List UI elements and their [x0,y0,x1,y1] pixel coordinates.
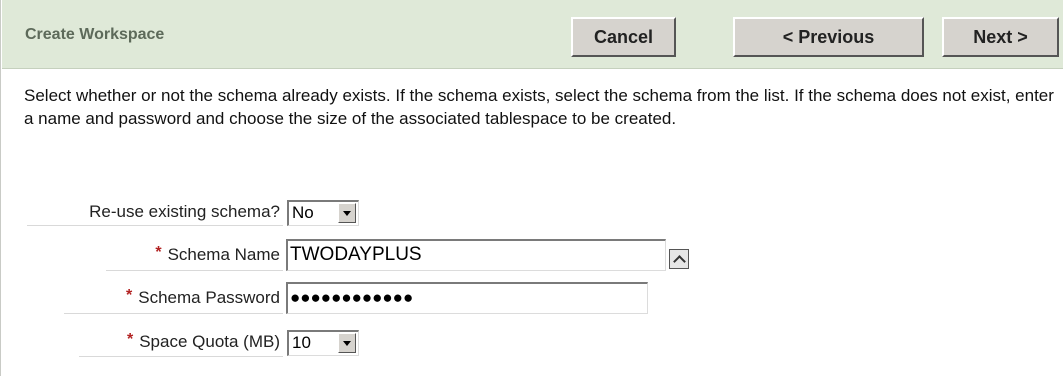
reuse-schema-value: No [292,203,314,222]
schema-password-input[interactable]: ●●●●●●●●●●●● [286,282,648,314]
popup-lov-icon[interactable] [669,249,689,269]
label-underline [27,225,283,226]
space-quota-label: * Space Quota (MB) [126,331,280,351]
required-marker: * [155,244,162,261]
label-underline [64,313,283,314]
label-underline [79,356,283,357]
required-marker: * [126,287,133,304]
schema-password-label: * Schema Password [126,287,280,307]
schema-name-label: * Schema Name [155,244,280,264]
region-title: Create Workspace [25,26,165,43]
space-quota-value: 10 [292,333,311,352]
chevron-down-icon[interactable] [338,333,356,353]
reuse-schema-select[interactable]: No [287,200,359,226]
chevron-down-icon[interactable] [338,203,356,223]
create-workspace-region: Create Workspace Cancel < Previous Next … [0,0,1063,376]
cancel-button[interactable]: Cancel [571,17,676,57]
previous-button[interactable]: < Previous [733,17,924,57]
next-button[interactable]: Next > [942,17,1059,57]
schema-name-input[interactable]: TWODAYPLUS [286,239,666,271]
instructions-text: Select whether or not the schema already… [24,86,1054,128]
required-marker: * [126,331,134,348]
space-quota-select[interactable]: 10 [287,330,359,356]
region-header: Create Workspace Cancel < Previous Next … [2,0,1063,69]
label-underline [106,270,283,271]
reuse-schema-label: Re-use existing schema? [89,202,280,221]
